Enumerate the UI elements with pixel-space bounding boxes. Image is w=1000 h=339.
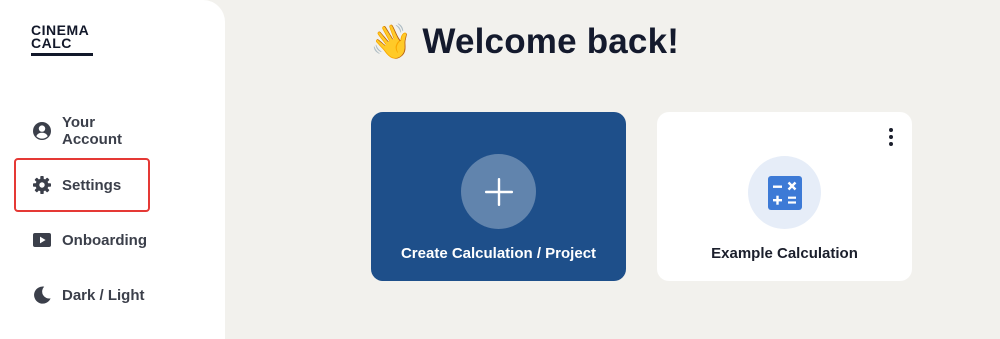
logo-line-2: CALC [31, 35, 72, 51]
card-label: Example Calculation [711, 245, 858, 262]
sidebar-item-onboarding[interactable]: Onboarding [14, 213, 150, 267]
account-circle-icon [32, 121, 52, 141]
calculator-icon [748, 156, 821, 229]
moon-icon [32, 285, 52, 305]
example-calculation-card[interactable]: Example Calculation [657, 112, 912, 281]
sidebar: CINEMA CALC Your Account Settings Onboar… [0, 0, 225, 339]
plus-icon [461, 154, 536, 229]
sidebar-item-your-account[interactable]: Your Account [14, 104, 150, 158]
more-options-icon[interactable] [886, 128, 896, 146]
gear-icon [32, 175, 52, 195]
sidebar-item-label: Settings [62, 176, 122, 194]
cinemacalc-logo[interactable]: CINEMA CALC [31, 23, 95, 56]
sidebar-item-settings[interactable]: Settings [14, 158, 150, 212]
sidebar-item-label: Your Account [62, 114, 122, 148]
sidebar-item-label: Dark / Light [62, 286, 145, 304]
create-calculation-card[interactable]: Create Calculation / Project [371, 112, 626, 281]
play-icon [32, 230, 52, 250]
welcome-header: 👋 Welcome back! [370, 22, 679, 62]
waving-hand-icon: 👋 [370, 23, 413, 61]
sidebar-item-dark-light[interactable]: Dark / Light [14, 268, 150, 322]
page-title: Welcome back! [422, 22, 680, 61]
card-label: Create Calculation / Project [400, 245, 597, 262]
logo-underline [31, 53, 93, 56]
sidebar-item-label: Onboarding [62, 231, 147, 249]
